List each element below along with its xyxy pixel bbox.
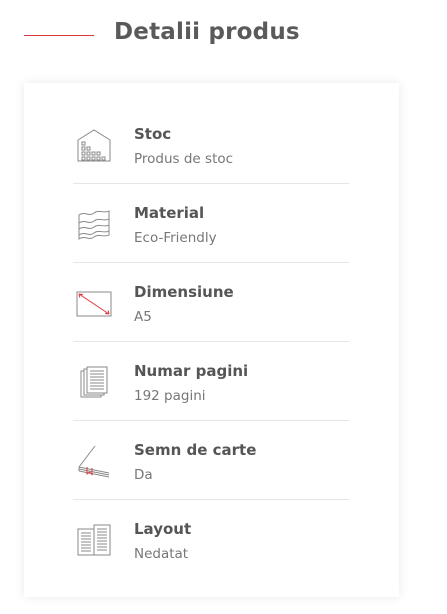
page-size-icon [76,285,112,321]
detail-label: Numar pagini [134,362,249,380]
detail-label: Semn de carte [134,441,257,459]
detail-label: Stoc [134,125,172,143]
detail-value: Eco-Friendly [134,230,217,246]
bookmark-icon [76,443,112,479]
detail-value: Da [134,467,153,483]
detail-label: Material [134,204,205,222]
detail-row-stoc: Stoc Produs de stoc [73,105,349,184]
detail-label: Layout [134,520,192,538]
detail-row-semn-de-carte: Semn de carte Da [73,421,349,500]
detail-row-layout: Layout Nedatat [73,500,349,579]
detail-row-dimensiune: Dimensiune A5 [73,263,349,342]
paper-stack-icon [76,206,112,242]
detail-value: Produs de stoc [134,151,234,167]
detail-value: A5 [134,309,152,325]
detail-row-material: Material Eco-Friendly [73,184,349,263]
section-header: Detalii produs [0,0,447,72]
detail-value: Nedatat [134,546,189,562]
header-accent-line [24,35,94,36]
building-icon [76,127,112,163]
pages-icon [76,364,112,400]
product-details-card: Stoc Produs de stoc Material Eco-Friendl… [24,83,399,597]
detail-row-numar-pagini: Numar pagini 192 pagini [73,342,349,421]
page-title: Detalii produs [114,19,300,45]
detail-value: 192 pagini [134,388,206,404]
layout-icon [76,522,112,558]
detail-label: Dimensiune [134,283,234,301]
